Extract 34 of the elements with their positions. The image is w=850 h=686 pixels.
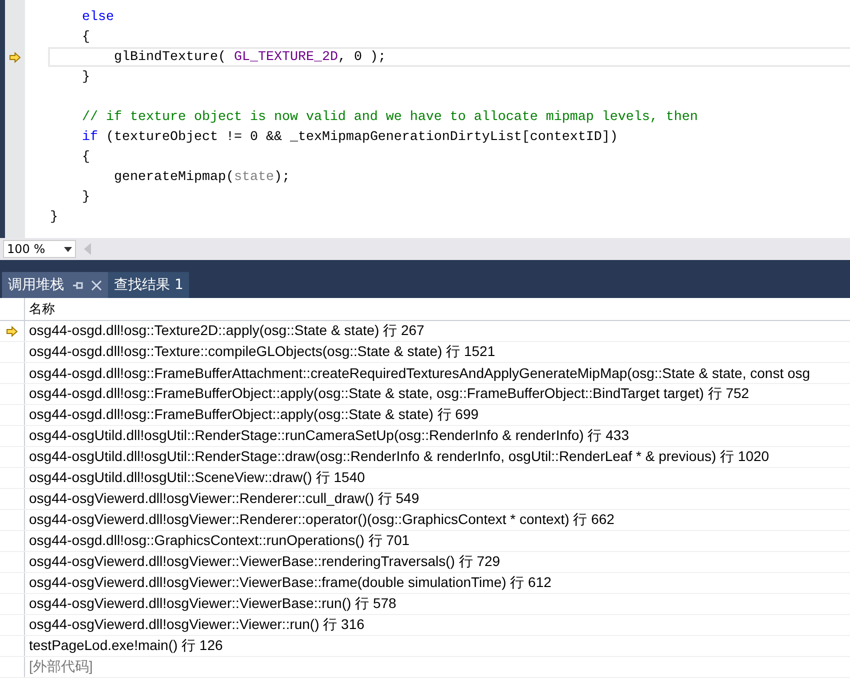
current-code-line: glBindTexture( GL_TEXTURE_2D, 0 ); — [112, 50, 386, 64]
call-stack-frame[interactable]: osg44-osgd.dll!osg::FrameBufferObject::apply(osg::State & state) 行 699 — [25, 405, 479, 425]
code-line: if (textureObject != 0 && _texMipmapGenerationDirtyList[contextID]) — [80, 130, 618, 144]
call-stack-frame[interactable]: osg44-osgViewerd.dll!osgViewer::ViewerBase::frame(double simulationTime) 行 612 — [25, 573, 552, 593]
call-stack-frame[interactable]: osg44-osgViewerd.dll!osgViewer::Viewer::run() 行 316 — [25, 615, 364, 635]
code-line: // if texture object is now valid and we have to allocate mipmap levels, then — [80, 110, 698, 124]
zoom-dropdown[interactable]: 100 % — [3, 240, 76, 258]
panel-tab[interactable]: 查找结果 1 — [108, 272, 190, 298]
call-stack-frame[interactable]: osg44-osgViewerd.dll!osgViewer::Renderer::operator()(osg::GraphicsContext * context) 行 662 — [25, 510, 614, 530]
code-line: generateMipmap(state); — [112, 170, 290, 184]
call-stack-frame[interactable]: osg44-osgUtild.dll!osgUtil::RenderStage::draw(osg::RenderInfo & renderInfo, osgUtil::RenderLeaf * & previous) 行 1020 — [25, 447, 770, 467]
pin-icon[interactable] — [72, 280, 83, 290]
call-stack-frame[interactable]: osg44-osgd.dll!osg::Texture2D::apply(osg::State & state) 行 267 — [25, 321, 424, 341]
call-stack-frame[interactable]: osg44-osgViewerd.dll!osgViewer::ViewerBase::run() 行 578 — [25, 594, 396, 614]
call-stack-frame[interactable]: osg44-osgViewerd.dll!osgViewer::Renderer::cull_draw() 行 549 — [25, 489, 420, 509]
code-line: else — [80, 10, 114, 24]
call-stack-frame[interactable]: osg44-osgUtild.dll!osgUtil::RenderStage::runCameraSetUp(osg::RenderInfo & renderInfo) 行 433 — [25, 426, 629, 446]
code-line: } — [80, 190, 90, 204]
call-stack-frame[interactable]: osg44-osgd.dll!osg::FrameBufferAttachment::createRequiredTexturesAndApplyGenerateMipMap(osg::State & state, const osg — [25, 363, 810, 383]
code-line: { — [80, 150, 90, 164]
call-stack-frame[interactable]: osg44-osgd.dll!osg::GraphicsContext::runOperations() 行 701 — [25, 531, 410, 551]
code-line: } — [50, 210, 58, 224]
call-stack-frame[interactable]: osg44-osgd.dll!osg::Texture::compileGLObjects(osg::State & state) 行 1521 — [25, 342, 496, 362]
call-stack-frame[interactable]: testPageLod.exe!main() 行 126 — [25, 636, 223, 656]
call-stack-frame[interactable]: osg44-osgViewerd.dll!osgViewer::ViewerBase::renderingTraversals() 行 729 — [25, 552, 500, 572]
column-header[interactable]: 名称 — [25, 298, 55, 320]
call-stack-frame[interactable]: osg44-osgUtild.dll!osgUtil::SceneView::draw() 行 1540 — [25, 468, 365, 488]
call-stack-frame[interactable]: osg44-osgd.dll!osg::FrameBufferObject::apply(osg::State & state, osg::FrameBufferObject::BindTarget target) 行 752 — [25, 384, 750, 404]
code-line: } — [80, 70, 90, 84]
code-line: { — [80, 30, 90, 44]
close-icon[interactable] — [91, 280, 102, 290]
panel-tab[interactable]: 调用堆栈 — [2, 272, 108, 298]
caret-icon — [64, 246, 72, 252]
call-stack-frame[interactable]: [外部代码] — [25, 657, 93, 677]
